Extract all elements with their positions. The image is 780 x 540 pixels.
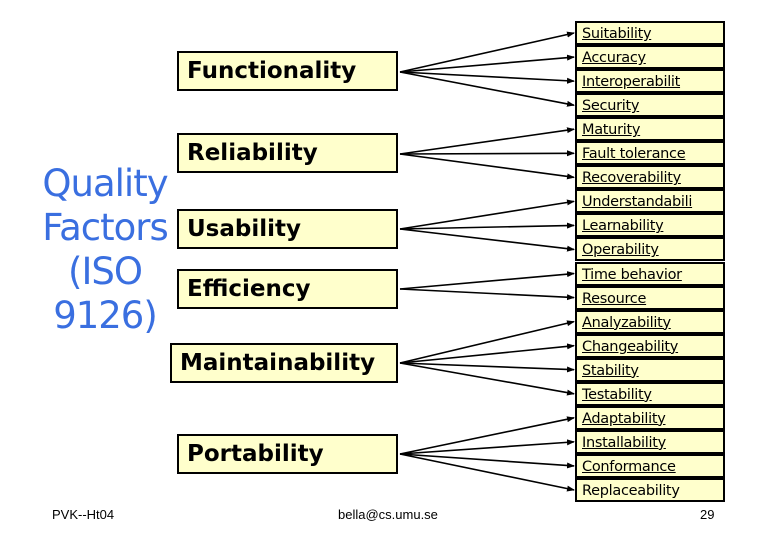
connector-arrow (399, 150, 575, 157)
subfactor-label: Interoperabilit (582, 74, 681, 91)
subfactor-box: Operability (575, 237, 725, 262)
subfactor-box: Fault tolerance (575, 141, 725, 166)
slide-title: Quality Factors (ISO 9126) (30, 162, 180, 338)
factor-box-reliability: Reliability (177, 133, 398, 173)
factor-box-maintainability: Maintainability (170, 343, 398, 383)
subfactor-label: Recoverability (582, 170, 681, 187)
subfactor-box: Analyzability (575, 309, 725, 334)
factor-box-usability: Usability (177, 209, 398, 249)
factor-box-functionality: Functionality (177, 51, 398, 91)
subfactor-label: Replaceability (582, 482, 680, 499)
subfactor-box: Accuracy (575, 45, 725, 70)
factor-box-portability: Portability (177, 434, 398, 474)
subfactor-box: Conformance (575, 453, 725, 478)
subfactor-label: Installability (582, 434, 666, 451)
subfactor-label: Time behavior (582, 266, 682, 283)
title-line: Factors (42, 206, 169, 249)
footer-center: bella@cs.umu.se (338, 507, 438, 522)
subfactor-label: Analyzability (582, 314, 671, 331)
subfactor-box: Suitability (575, 21, 725, 45)
footer-left: PVK--Ht04 (52, 507, 115, 522)
subfactor-label: Understandabili (582, 194, 693, 211)
title-line: Quality (42, 162, 168, 205)
subfactor-label: Accuracy (582, 50, 646, 67)
connector-arrow (399, 320, 575, 364)
subfactor-box: Interoperabilit (575, 69, 725, 94)
subfactor-label: Adaptability (582, 410, 666, 427)
connector-arrow (399, 31, 575, 73)
subfactor-label: Conformance (582, 458, 676, 475)
connector-arrow (399, 362, 575, 396)
subfactor-label: Resource (582, 290, 647, 307)
subfactor-label: Operability (582, 242, 659, 259)
connector-arrow (399, 343, 575, 364)
title-line: 9126) (53, 294, 158, 337)
factor-box-efficiency: Efficiency (177, 269, 398, 309)
connector-arrow (399, 228, 575, 252)
subfactor-label: Learnability (582, 218, 664, 235)
subfactor-box: Adaptability (575, 405, 725, 430)
subfactor-label: Testability (582, 386, 652, 403)
connector-arrow (399, 153, 575, 180)
subfactor-box: Time behavior (575, 261, 725, 286)
subfactor-label: Security (582, 98, 640, 115)
subfactor-box: Learnability (575, 213, 725, 238)
connector-arrow (399, 127, 575, 155)
subfactor-label: Fault tolerance (582, 146, 686, 163)
subfactor-box: Maturity (575, 117, 725, 142)
title-line: (ISO (68, 250, 143, 293)
connector-arrow (399, 288, 575, 301)
subfactor-box: Stability (575, 357, 725, 382)
connector-arrow (399, 271, 575, 290)
subfactor-box: Resource (575, 285, 725, 310)
subfactor-box: Changeability (575, 333, 725, 358)
subfactor-box: Replaceability (575, 477, 725, 502)
subfactor-box: Testability (575, 381, 725, 406)
subfactor-box: Security (575, 93, 725, 118)
page-number: 29 (700, 507, 715, 522)
subfactor-label: Suitability (582, 26, 652, 42)
subfactor-box: Installability (575, 429, 725, 454)
connector-arrow (399, 199, 575, 230)
subfactor-label: Maturity (582, 122, 641, 139)
connector-arrow (399, 54, 575, 73)
subfactor-box: Understandabili (575, 189, 725, 214)
subfactor-label: Stability (582, 362, 639, 379)
connector-arrow (399, 222, 575, 230)
subfactor-label: Changeability (582, 338, 679, 355)
connector-arrow (399, 362, 575, 373)
subfactor-box: Recoverability (575, 165, 725, 190)
